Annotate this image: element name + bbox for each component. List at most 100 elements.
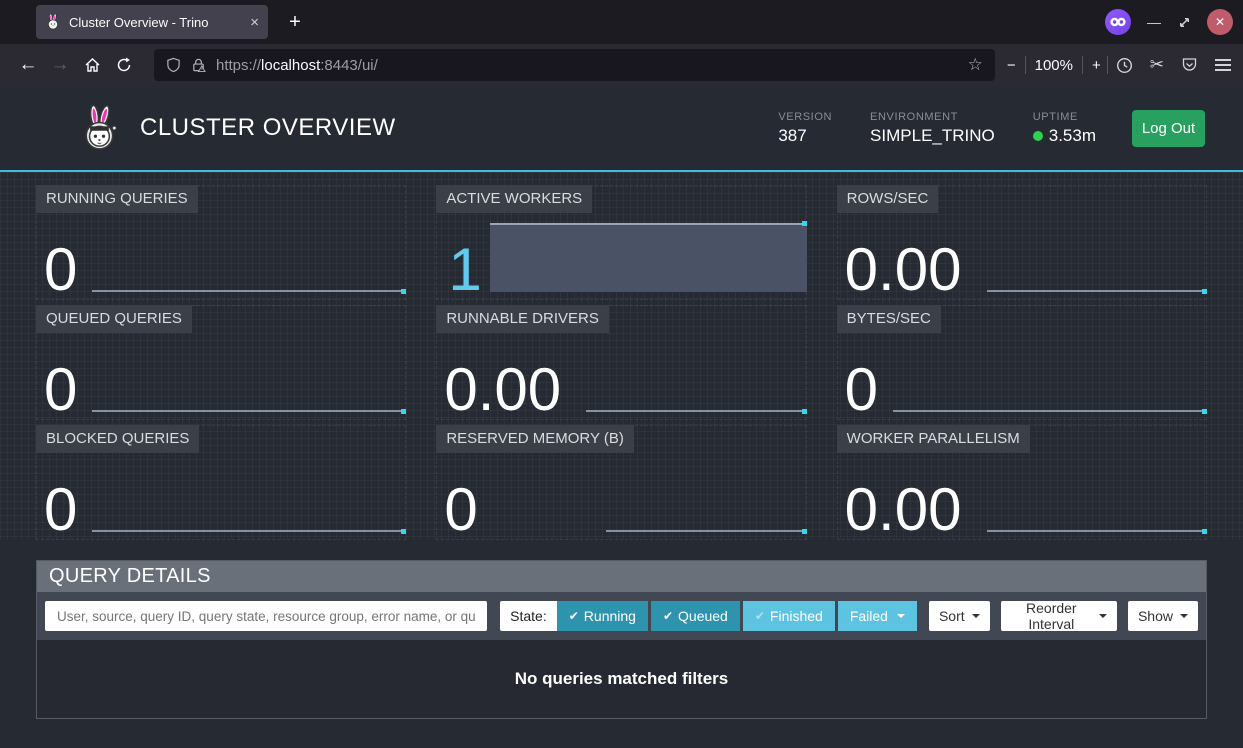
stat-tile-blocked-queries: BLOCKED QUERIES 0 [36,425,406,540]
state-filter-finished[interactable]: ✔ Finished [743,601,835,631]
stat-label: WORKER PARALLELISM [837,425,1030,453]
environment-value: SIMPLE_TRINO [870,126,995,146]
logout-button[interactable]: Log Out [1132,110,1205,147]
state-filter-failed-dropdown[interactable]: Failed [838,601,917,631]
query-search-input[interactable] [45,601,487,631]
stat-tile-reserved-memory: RESERVED MEMORY (B) 0 [436,425,806,540]
stat-label: ACTIVE WORKERS [436,185,592,213]
query-list-empty-area: No queries matched filters [37,640,1206,718]
uptime-label: UPTIME [1033,111,1096,123]
stat-label: ROWS/SEC [837,185,939,213]
check-icon: ✔ [663,609,673,623]
stat-label: RUNNABLE DRIVERS [436,305,609,333]
environment-block: ENVIRONMENT SIMPLE_TRINO [870,111,995,146]
stat-tile-runnable-drivers: RUNNABLE DRIVERS 0.00 [436,305,806,420]
stat-value: 0 [845,360,878,420]
sparkline-dot [802,529,807,534]
reorder-interval-dropdown-button[interactable]: Reorder Interval [1001,601,1117,631]
sparkline-dot [401,529,406,534]
state-filter-queued[interactable]: ✔ Queued [651,601,740,631]
shield-icon[interactable] [166,57,181,73]
back-button[interactable]: ← [12,49,44,81]
version-value: 387 [778,126,832,146]
sparkline-dot [1202,409,1207,414]
home-button[interactable] [76,49,108,81]
zoom-level[interactable]: 100% [1035,57,1073,74]
lock-warning-icon[interactable] [191,57,206,73]
chevron-down-icon [1099,614,1107,618]
state-filter-group: State: ✔ Running ✔ Queued ✔ Finished Fai… [500,601,917,631]
stat-tile-running-queries: RUNNING QUERIES 0 [36,185,406,300]
sparkline-chart [606,530,804,532]
sparkline-dot [1202,289,1207,294]
stat-label: RUNNING QUERIES [36,185,198,213]
stat-label: BYTES/SEC [837,305,941,333]
window-minimize-button[interactable]: — [1146,14,1162,30]
forward-button[interactable]: → [44,49,76,81]
query-filter-toolbar: State: ✔ Running ✔ Queued ✔ Finished Fai… [37,592,1206,640]
pocket-icon[interactable] [1181,57,1198,73]
stat-value: 0.00 [845,240,962,300]
empty-message: No queries matched filters [515,669,729,689]
sort-dropdown-button[interactable]: Sort [929,601,990,631]
stat-tile-bytes-sec: BYTES/SEC 0 [837,305,1207,420]
stat-value: 0 [444,480,477,540]
window-close-button[interactable]: ✕ [1207,9,1233,35]
sparkline-dot [1202,529,1207,534]
stat-value: 0 [44,480,77,540]
stat-tile-worker-parallelism: WORKER PARALLELISM 0.00 [837,425,1207,540]
divider [1082,56,1083,74]
bookmark-star-icon[interactable]: ☆ [968,55,983,75]
browser-toolbar: ← → https://localhost:8443/ui/ ☆ − 100% … [0,44,1243,86]
tab-close-icon[interactable]: × [250,15,259,30]
trino-favicon [45,14,61,30]
zoom-out-button[interactable]: − [1007,57,1016,74]
url-text[interactable]: https://localhost:8443/ui/ [216,57,378,74]
divider [1107,56,1108,74]
menu-hamburger-icon[interactable] [1215,59,1231,71]
stat-value: 0 [44,360,77,420]
stat-label: BLOCKED QUERIES [36,425,199,453]
check-icon: ✔ [755,609,765,623]
reload-icon [116,57,132,73]
browser-tab[interactable]: Cluster Overview - Trino × [36,5,268,39]
history-clock-icon[interactable] [1116,57,1133,74]
window-restore-button[interactable] [1177,15,1192,30]
sparkline-chart [92,290,404,292]
sparkline-dot [401,409,406,414]
sparkline-dot [802,409,807,414]
trino-cluster-overview-page: CLUSTER OVERVIEW VERSION 387 ENVIRONMENT… [0,86,1243,748]
tab-title: Cluster Overview - Trino [69,15,242,30]
cluster-stats-grid: RUNNING QUERIES 0 ACTIVE WORKERS 1 ROWS/… [0,172,1243,540]
page-title: CLUSTER OVERVIEW [140,114,396,142]
stat-tile-queued-queries: QUEUED QUERIES 0 [36,305,406,420]
screenshot-scissors-icon[interactable]: ✂ [1150,55,1164,75]
trino-logo [78,103,122,153]
uptime-value: 3.53m [1033,126,1096,146]
sparkline-chart [893,410,1205,412]
check-icon: ✔ [569,609,579,623]
uptime-block: UPTIME 3.53m [1033,111,1096,146]
query-details-section: QUERY DETAILS State: ✔ Running ✔ Queued … [36,560,1207,719]
url-bar[interactable]: https://localhost:8443/ui/ ☆ [154,49,995,81]
query-details-title: QUERY DETAILS [37,561,1206,592]
home-icon [84,57,101,73]
sparkline-chart [490,223,806,292]
uptime-status-dot [1033,131,1043,141]
zoom-in-button[interactable]: + [1092,57,1101,74]
chevron-down-icon [972,614,980,618]
sparkline-chart [586,410,804,412]
sparkline-chart [92,530,404,532]
private-browsing-icon [1105,9,1131,35]
new-tab-button[interactable]: + [280,7,310,37]
sparkline-chart [92,410,404,412]
sparkline-dot [802,221,807,226]
stat-tile-active-workers: ACTIVE WORKERS 1 [436,185,806,300]
show-dropdown-button[interactable]: Show [1128,601,1198,631]
reload-button[interactable] [108,49,140,81]
sparkline-chart [987,290,1205,292]
sparkline-chart [987,530,1205,532]
state-filter-running[interactable]: ✔ Running [557,601,648,631]
stat-value: 0 [44,240,77,300]
environment-label: ENVIRONMENT [870,111,995,123]
